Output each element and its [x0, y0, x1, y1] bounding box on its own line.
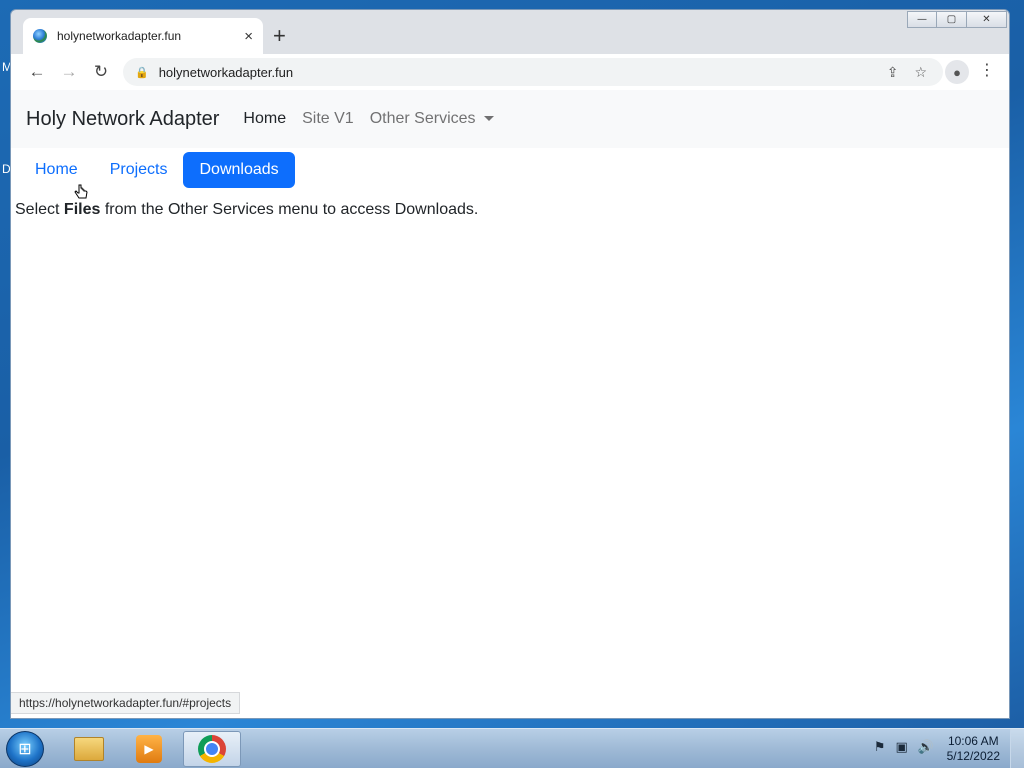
close-button[interactable]: ✕ [967, 11, 1007, 28]
address-bar[interactable]: 🔒 holynetworkadapter.fun ⇪ ☆ [123, 58, 943, 86]
chrome-icon [198, 735, 226, 763]
taskbar-explorer-button[interactable] [60, 731, 118, 767]
taskbar-clock[interactable]: 10:06 AM 5/12/2022 [947, 734, 1000, 764]
window-controls: — ▢ ✕ [907, 11, 1007, 28]
start-button[interactable]: ⊞ [6, 731, 44, 767]
browser-tab[interactable]: holynetworkadapter.fun × [23, 18, 263, 54]
maximize-button[interactable]: ▢ [937, 11, 967, 28]
tab-projects[interactable]: Projects [94, 152, 184, 188]
tab-strip: holynetworkadapter.fun × + — ▢ ✕ [11, 10, 1009, 54]
bookmark-star-icon[interactable]: ☆ [914, 64, 927, 81]
forward-icon[interactable]: → [53, 58, 85, 86]
new-tab-icon[interactable]: + [273, 24, 286, 48]
globe-icon [33, 29, 47, 43]
site-brand[interactable]: Holy Network Adapter [26, 108, 219, 131]
tab-title: holynetworkadapter.fun [57, 29, 182, 43]
taskbar: ⊞ ▶ ⚑ ▣ 🔊 10:06 AM 5/12/2022 [0, 728, 1024, 768]
tab-close-icon[interactable]: × [244, 28, 253, 45]
browser-window: holynetworkadapter.fun × + — ▢ ✕ ← → ↻ 🔒… [10, 9, 1010, 719]
media-player-icon: ▶ [136, 735, 162, 763]
show-desktop-button[interactable] [1010, 729, 1024, 768]
nav-link-site-v1[interactable]: Site V1 [302, 110, 354, 128]
status-bar-url: https://holynetworkadapter.fun/#projects [11, 692, 241, 714]
folder-icon [74, 737, 104, 761]
caret-down-icon [483, 116, 494, 122]
share-icon[interactable]: ⇪ [887, 64, 899, 81]
page-content: Holy Network Adapter Home Site V1 Other … [11, 90, 1009, 718]
profile-avatar-icon[interactable]: ● [945, 60, 969, 84]
clock-date: 5/12/2022 [946, 749, 1000, 763]
taskbar-chrome-button[interactable] [183, 731, 241, 767]
system-tray: ⚑ ▣ 🔊 [874, 739, 934, 755]
nav-dropdown-label: Other Services [369, 110, 476, 127]
back-icon[interactable]: ← [21, 58, 53, 86]
tab-home[interactable]: Home [19, 152, 94, 188]
pill-tabs: Home Projects Downloads [19, 152, 295, 188]
volume-icon[interactable]: 🔊 [918, 739, 934, 755]
site-navbar: Holy Network Adapter Home Site V1 Other … [11, 90, 1009, 148]
tab-downloads[interactable]: Downloads [183, 152, 295, 188]
lock-icon[interactable]: 🔒 [135, 66, 149, 79]
minimize-button[interactable]: — [907, 11, 937, 28]
nav-link-home[interactable]: Home [243, 110, 286, 128]
reload-icon[interactable]: ↻ [85, 58, 117, 86]
action-center-flag-icon[interactable]: ⚑ [874, 739, 886, 755]
hand-cursor-icon [74, 184, 88, 199]
instructions-bold: Files [63, 201, 101, 218]
browser-toolbar: ← → ↻ 🔒 holynetworkadapter.fun ⇪ ☆ ● ⋮ [11, 54, 1009, 90]
downloads-instructions: Select Files from the Other Services men… [15, 201, 478, 219]
kebab-menu-icon[interactable]: ⋮ [979, 60, 995, 80]
instructions-prefix: Select [15, 201, 64, 218]
url-text[interactable]: holynetworkadapter.fun [159, 65, 887, 80]
taskbar-media-player-button[interactable]: ▶ [120, 731, 178, 767]
windows-logo-icon: ⊞ [18, 741, 32, 758]
network-icon[interactable]: ▣ [896, 739, 908, 755]
nav-dropdown-other-services[interactable]: Other Services [370, 110, 494, 128]
clock-time: 10:06 AM [947, 734, 999, 748]
instructions-suffix: from the Other Services menu to access D… [100, 201, 479, 218]
